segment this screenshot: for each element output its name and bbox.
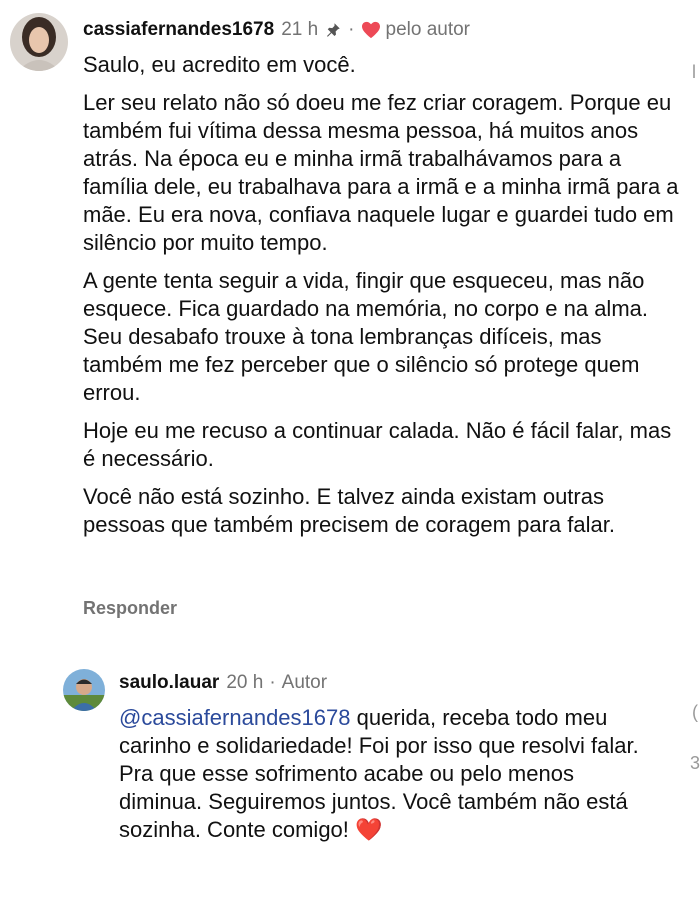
- meta-separator: ·: [348, 19, 355, 40]
- meta-separator: ·: [269, 672, 276, 693]
- reply-username[interactable]: saulo.lauar: [119, 672, 219, 694]
- liked-by-author-label: pelo autor: [385, 19, 471, 40]
- heart-icon: [361, 21, 381, 39]
- mention-link[interactable]: @cassiafernandes1678: [119, 705, 350, 730]
- comment-paragraph: A gente tenta seguir a vida, fingir que …: [83, 268, 648, 405]
- reply-body: @cassiafernandes1678 querida, receba tod…: [119, 704, 659, 844]
- reply-avatar[interactable]: [63, 669, 105, 711]
- avatar-image: [10, 13, 68, 71]
- edge-fragment-top: l: [692, 62, 696, 82]
- comment: cassiafernandes1678 21 h · pelo autor Sa…: [0, 0, 700, 640]
- pin-icon: [324, 21, 342, 39]
- edge-fragment-mid: (: [692, 702, 698, 722]
- reply-meta: saulo.lauar 20 h · Autor: [119, 670, 327, 696]
- comment-paragraph: Saulo, eu acredito em você.: [83, 52, 356, 77]
- reply-button[interactable]: Responder: [83, 598, 177, 619]
- avatar[interactable]: [10, 13, 68, 71]
- comment-meta: cassiafernandes1678 21 h · pelo autor: [83, 17, 470, 43]
- comment-body: Saulo, eu acredito em você. Ler seu rela…: [83, 51, 683, 549]
- comment-paragraph: Você não está sozinho. E talvez ainda ex…: [83, 484, 615, 537]
- reply-avatar-image: [63, 669, 105, 711]
- reply-time: 20 h: [226, 672, 264, 693]
- comment-paragraph: Ler seu relato não só doeu me fez criar …: [83, 90, 679, 255]
- comment-paragraph: Hoje eu me recuso a continuar calada. Nã…: [83, 418, 672, 471]
- comment-time: 21 h: [281, 19, 319, 40]
- like-count-fragment: 3: [690, 753, 700, 773]
- reply-comment: saulo.lauar 20 h · Autor @cassiafernande…: [0, 650, 700, 903]
- comment-username[interactable]: cassiafernandes1678: [83, 19, 274, 41]
- author-label: Autor: [281, 672, 328, 693]
